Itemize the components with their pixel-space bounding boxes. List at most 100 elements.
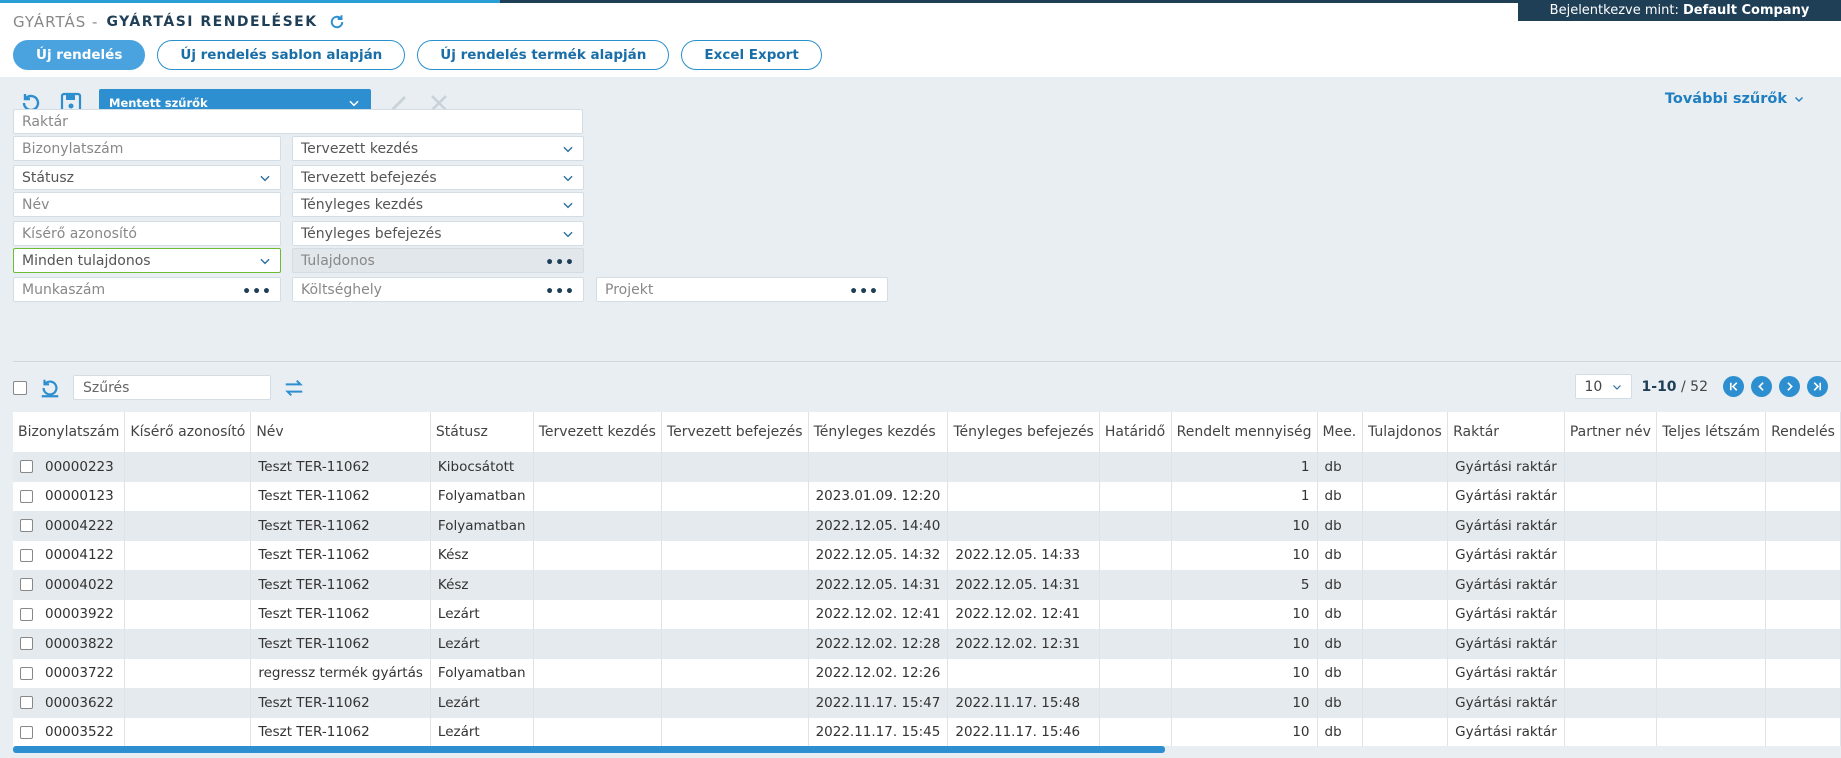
row-checkbox[interactable] (20, 548, 33, 562)
table-cell: 00004122 (13, 540, 126, 570)
row-checkbox[interactable] (20, 696, 33, 710)
row-checkbox[interactable] (20, 578, 33, 592)
planned-end-filter[interactable]: Tervezett befejezés (292, 165, 584, 190)
more-options-icon[interactable]: ••• (849, 284, 879, 300)
column-header[interactable]: Név (250, 412, 431, 452)
table-cell: 2022.12.02. 12:28 (808, 629, 949, 659)
first-page-button[interactable] (1723, 376, 1744, 397)
table-row[interactable]: 00003722 regressz termék gyártás Folyamatb… (13, 658, 1841, 688)
column-header[interactable]: Mee. (1317, 412, 1363, 452)
table-row[interactable]: 00004122 Teszt TER-11062 Kész 2022.12.05. 1… (13, 540, 1841, 570)
new-order-from-product-button[interactable]: Új rendelés termék alapján (417, 40, 670, 70)
chevron-down-icon (563, 175, 573, 181)
table-cell (661, 599, 809, 629)
actual-start-filter[interactable]: Tényleges kezdés (292, 192, 584, 217)
owner-filter[interactable]: Tulajdonos ••• (292, 248, 584, 273)
select-all-checkbox[interactable] (13, 380, 27, 395)
more-options-icon[interactable]: ••• (242, 284, 272, 300)
table-cell (1362, 481, 1449, 511)
row-checkbox[interactable] (20, 666, 33, 680)
table-cell: 1 (1171, 452, 1318, 482)
table-cell (1099, 688, 1172, 718)
column-header[interactable]: Határidő (1099, 412, 1172, 452)
column-header[interactable]: Tervezett befejezés (661, 412, 809, 452)
table-cell (124, 511, 252, 541)
owner-select[interactable]: Minden tulajdonos (13, 248, 281, 273)
row-checkbox[interactable] (20, 460, 33, 474)
table-cell: 2022.11.17. 15:45 (808, 717, 949, 746)
column-header[interactable]: Bizonylatszám (13, 412, 126, 452)
table-cell: Teszt TER-11062 (250, 599, 431, 629)
column-header[interactable]: Rendelt mennyiség (1171, 412, 1318, 452)
reset-filter-icon[interactable] (39, 377, 61, 399)
column-header[interactable]: Raktár (1447, 412, 1565, 452)
next-page-button[interactable] (1779, 376, 1800, 397)
doc-number-filter[interactable]: Bizonylatszám (13, 136, 281, 161)
prev-page-button[interactable] (1751, 376, 1772, 397)
column-header[interactable]: Teljes létszám (1656, 412, 1767, 452)
last-page-button[interactable] (1807, 376, 1828, 397)
horizontal-scrollbar[interactable] (13, 746, 1841, 753)
table-cell (1362, 599, 1449, 629)
swap-columns-icon[interactable] (283, 377, 305, 399)
row-checkbox[interactable] (20, 489, 33, 503)
more-filters-toggle[interactable]: További szűrők (1665, 91, 1805, 107)
status-filter[interactable]: Státusz (13, 165, 281, 190)
tracking-id-filter[interactable]: Kísérő azonosító (13, 221, 281, 246)
action-buttons: Új rendelés Új rendelés sablon alapján Ú… (13, 40, 834, 70)
column-header[interactable]: Státusz (430, 412, 534, 452)
table-row[interactable]: 00004022 Teszt TER-11062 Kész 2022.12.05. 1… (13, 570, 1841, 600)
table-cell (1656, 481, 1767, 511)
table-cell (1765, 570, 1841, 600)
project-filter[interactable]: Projekt ••• (596, 277, 888, 302)
job-number-filter[interactable]: Munkaszám ••• (13, 277, 281, 302)
table-row[interactable]: 00000223 Teszt TER-11062 Kibocsátott 1 db Gyá… (13, 452, 1841, 482)
column-header[interactable]: Partner név (1564, 412, 1658, 452)
table-row[interactable]: 00003622 Teszt TER-11062 Lezárt 2022.11.17.… (13, 688, 1841, 718)
cost-center-filter[interactable]: Költséghely ••• (292, 277, 584, 302)
excel-export-button[interactable]: Excel Export (681, 40, 822, 70)
table-cell (661, 688, 809, 718)
table-row[interactable]: 00004222 Teszt TER-11062 Folyamatban 2022.1… (13, 511, 1841, 541)
table-row[interactable]: 00003922 Teszt TER-11062 Lezárt 2022.12.02.… (13, 599, 1841, 629)
table-cell (1362, 452, 1449, 482)
planned-start-filter[interactable]: Tervezett kezdés (292, 136, 584, 161)
table-cell: Gyártási raktár (1447, 599, 1565, 629)
page-header: GYÁRTÁS - GYÁRTÁSI RENDELÉSEK (13, 12, 346, 32)
new-order-from-template-button[interactable]: Új rendelés sablon alapján (157, 40, 406, 70)
warehouse-filter[interactable]: Raktár (13, 109, 583, 134)
page-size-value: 10 (1584, 378, 1603, 395)
more-options-icon[interactable]: ••• (545, 255, 575, 271)
column-header[interactable]: Tényleges befejezés (947, 412, 1100, 452)
pagination: 10 1-10 / 52 (1574, 374, 1828, 399)
column-header[interactable]: Rendelés (1765, 412, 1841, 452)
column-header[interactable]: Tényleges kezdés (808, 412, 949, 452)
row-checkbox[interactable] (20, 725, 33, 739)
table-cell: db (1317, 688, 1363, 718)
new-order-button[interactable]: Új rendelés (13, 40, 146, 70)
doc-number: 00003622 (45, 694, 114, 711)
refresh-icon[interactable] (328, 13, 346, 31)
scrollbar-thumb[interactable] (13, 746, 1165, 753)
chevron-down-icon (349, 100, 359, 106)
table-cell (947, 511, 1100, 541)
doc-number: 00004122 (45, 547, 114, 564)
table-cell (1099, 717, 1172, 746)
table-row[interactable]: 00003822 Teszt TER-11062 Lezárt 2022.12.02.… (13, 629, 1841, 659)
table-row[interactable]: 00003522 Teszt TER-11062 Lezárt 2022.11.17.… (13, 717, 1841, 746)
actual-end-filter[interactable]: Tényleges befejezés (292, 221, 584, 246)
column-header[interactable]: Tervezett kezdés (533, 412, 662, 452)
column-header[interactable]: Tulajdonos (1362, 412, 1449, 452)
grid-search-input[interactable]: Szűrés (73, 375, 271, 400)
row-checkbox[interactable] (20, 637, 33, 651)
column-header[interactable]: Kísérő azonosító (124, 412, 252, 452)
row-checkbox[interactable] (20, 519, 33, 533)
table-cell (1564, 452, 1658, 482)
table-cell (1099, 511, 1172, 541)
row-checkbox[interactable] (20, 607, 33, 621)
table-cell: Gyártási raktár (1447, 481, 1565, 511)
table-row[interactable]: 00000123 Teszt TER-11062 Folyamatban 2023.0… (13, 481, 1841, 511)
page-size-select[interactable]: 10 (1574, 374, 1632, 399)
name-filter[interactable]: Név (13, 192, 281, 217)
more-options-icon[interactable]: ••• (545, 284, 575, 300)
